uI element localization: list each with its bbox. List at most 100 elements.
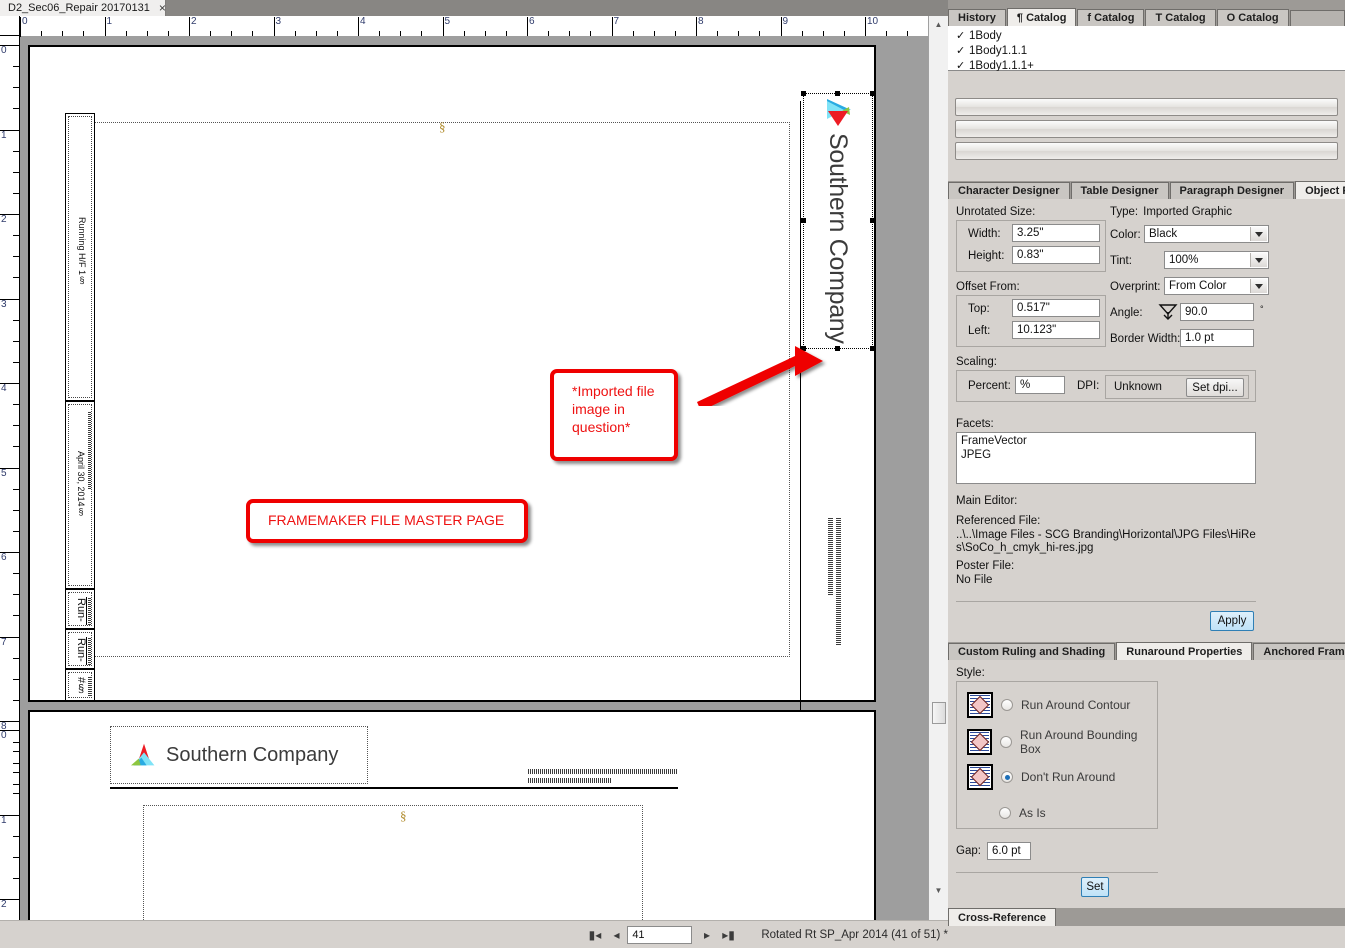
angle-rotate-icon[interactable]	[1158, 303, 1178, 320]
catalog-button-3[interactable]	[955, 142, 1338, 160]
selection-handle[interactable]	[801, 346, 806, 351]
facets-listbox[interactable]: FrameVector JPEG	[956, 432, 1256, 484]
overprint-dropdown[interactable]: From Color	[1164, 277, 1269, 295]
selection-handle[interactable]	[801, 218, 806, 223]
selection-handle[interactable]	[801, 91, 806, 96]
scaling-label: Scaling:	[956, 356, 997, 368]
scroll-up-icon[interactable]: ▲	[929, 16, 948, 33]
dpi-value: Unknown	[1114, 381, 1162, 393]
document-canvas[interactable]: § Running H/F 1§ April 30, 2014§ Run- Ru…	[21, 36, 928, 934]
runaround-style-group: Run Around Contour Run Around Bounding Bo…	[956, 681, 1158, 829]
document-vertical-scrollbar[interactable]: ▲ ▼	[928, 16, 948, 934]
horizontal-ruler[interactable]: 0 1 2 3 4 5 6 7 8 9 10	[20, 16, 928, 37]
runaround-option-2[interactable]: Don't Run Around	[967, 764, 1115, 790]
right-panel: History ¶ Catalog f Catalog T Catalog O Cata…	[948, 0, 1345, 948]
ruler-minor-tick	[13, 256, 19, 258]
vertical-ruler[interactable]: 012345678012	[0, 36, 20, 934]
ruler-minor-tick	[13, 793, 19, 795]
greeked-text-bar	[528, 769, 678, 774]
percent-input[interactable]: %	[1015, 376, 1065, 394]
runaround-tab-2[interactable]: Anchored Frame	[1253, 643, 1345, 660]
scrollbar-thumb[interactable]	[932, 702, 946, 724]
master-frame-date[interactable]: April 30, 2014§	[65, 401, 95, 589]
set-button[interactable]: Set	[1081, 877, 1109, 897]
gap-input[interactable]: 6.0 pt	[986, 842, 1031, 860]
chevron-down-icon[interactable]	[1250, 227, 1267, 241]
scroll-down-icon[interactable]: ▼	[929, 882, 948, 899]
paragraph-catalog-list[interactable]: ✓ 1Body ✓ 1Body1.1.1 ✓ 1Body1.1.1+	[948, 26, 1345, 72]
master-frame-run-1[interactable]: Run-	[65, 589, 95, 629]
master-frame-run-2[interactable]: Run-	[65, 629, 95, 669]
top-offset-input[interactable]: 0.517"	[1012, 299, 1100, 317]
facet-item[interactable]: FrameVector	[961, 434, 1251, 448]
catalog-tab-1[interactable]: ¶ Catalog	[1006, 8, 1077, 26]
catalog-list-item[interactable]: ✓ 1Body	[956, 28, 1345, 43]
dpi-label: DPI:	[1077, 380, 1100, 392]
designer-tab-2[interactable]: Paragraph Designer	[1169, 182, 1295, 199]
last-page-icon[interactable]: ▸▮	[718, 925, 740, 945]
runaround-style-label: Style:	[956, 667, 985, 679]
runaround-tab-1[interactable]: Runaround Properties	[1116, 642, 1253, 660]
page2-logo-frame[interactable]: Southern Company	[110, 726, 368, 784]
left-offset-input[interactable]: 10.123"	[1012, 321, 1100, 339]
catalog-button-1[interactable]	[955, 98, 1338, 116]
ruler-label: 4	[1, 383, 7, 394]
catalog-tab-0[interactable]: History	[948, 9, 1006, 26]
designer-tab-0[interactable]: Character Designer	[948, 182, 1070, 199]
color-dropdown[interactable]: Black	[1144, 225, 1269, 243]
facet-item[interactable]: JPEG	[961, 448, 1251, 462]
runaround-tab-0[interactable]: Custom Ruling and Shading	[948, 643, 1116, 660]
catalog-tab-3[interactable]: T Catalog	[1145, 9, 1216, 26]
runaround-option-0[interactable]: Run Around Contour	[967, 692, 1130, 718]
designer-tab-1[interactable]: Table Designer	[1070, 182, 1169, 199]
radio-button[interactable]	[1001, 699, 1013, 711]
selection-handle[interactable]	[870, 218, 875, 223]
master-frame-running-hf[interactable]: Running H/F 1§	[65, 113, 95, 401]
selection-handle[interactable]	[835, 346, 840, 351]
radio-button[interactable]	[999, 807, 1011, 819]
first-page-icon[interactable]: ▮◂	[584, 925, 606, 945]
catalog-tab-2[interactable]: f Catalog	[1077, 9, 1145, 26]
page1-body-text-frame[interactable]	[90, 122, 790, 657]
catalog-tab-4[interactable]: O Catalog	[1216, 9, 1289, 26]
designer-tab-3[interactable]: Object Properties	[1295, 181, 1345, 199]
main-editor-label: Main Editor:	[956, 495, 1018, 507]
ruler-minor-tick	[13, 877, 19, 879]
master-frame-page-number[interactable]: #§	[65, 669, 95, 701]
body-page-2[interactable]: Southern Company §	[28, 710, 876, 934]
runaround-contour-icon	[967, 692, 993, 718]
master-frame-date-label: April 30, 2014§	[76, 451, 86, 517]
catalog-list-item[interactable]: ✓ 1Body1.1.1	[956, 43, 1345, 58]
ruler-minor-tick	[13, 772, 19, 774]
tint-dropdown[interactable]: 100%	[1164, 251, 1269, 269]
apply-button[interactable]: Apply	[1210, 611, 1254, 631]
selection-handle[interactable]	[870, 91, 875, 96]
angle-input[interactable]: 90.0	[1180, 303, 1254, 321]
runaround-option-3[interactable]: As Is	[999, 806, 1046, 820]
chevron-down-icon[interactable]	[1250, 253, 1267, 267]
ruler-major-tick	[696, 17, 697, 36]
runaround-option-1[interactable]: Run Around Bounding Box	[967, 728, 1157, 756]
ruler-major-tick	[527, 17, 528, 36]
close-icon[interactable]: ×	[159, 2, 166, 14]
document-tab[interactable]: D2_Sec06_Repair 20170131 ×	[0, 0, 166, 16]
page2-body-text-frame[interactable]	[143, 805, 643, 934]
radio-button[interactable]	[1000, 736, 1012, 748]
catalog-button-2[interactable]	[955, 120, 1338, 138]
selection-handle[interactable]	[835, 91, 840, 96]
percent-label: Percent:	[968, 380, 1011, 392]
page-number-input[interactable]: 41	[627, 925, 693, 944]
designer-tab-label: Paragraph Designer	[1179, 185, 1285, 197]
border-width-input[interactable]: 1.0 pt	[1180, 329, 1254, 347]
radio-button[interactable]	[1001, 771, 1013, 783]
set-dpi-button[interactable]: Set dpi...	[1186, 378, 1244, 397]
prev-page-icon[interactable]: ◂	[606, 925, 628, 945]
height-input[interactable]: 0.83"	[1012, 246, 1100, 264]
width-input[interactable]: 3.25"	[1012, 224, 1100, 242]
selection-handle[interactable]	[870, 346, 875, 351]
bottom-tab-0[interactable]: Cross-Reference	[948, 908, 1057, 926]
imported-graphic-southern-company-logo[interactable]: Southern Company	[801, 91, 875, 351]
master-page-1[interactable]: § Running H/F 1§ April 30, 2014§ Run- Ru…	[28, 45, 876, 711]
next-page-icon[interactable]: ▸	[696, 925, 718, 945]
chevron-down-icon[interactable]	[1250, 279, 1267, 293]
